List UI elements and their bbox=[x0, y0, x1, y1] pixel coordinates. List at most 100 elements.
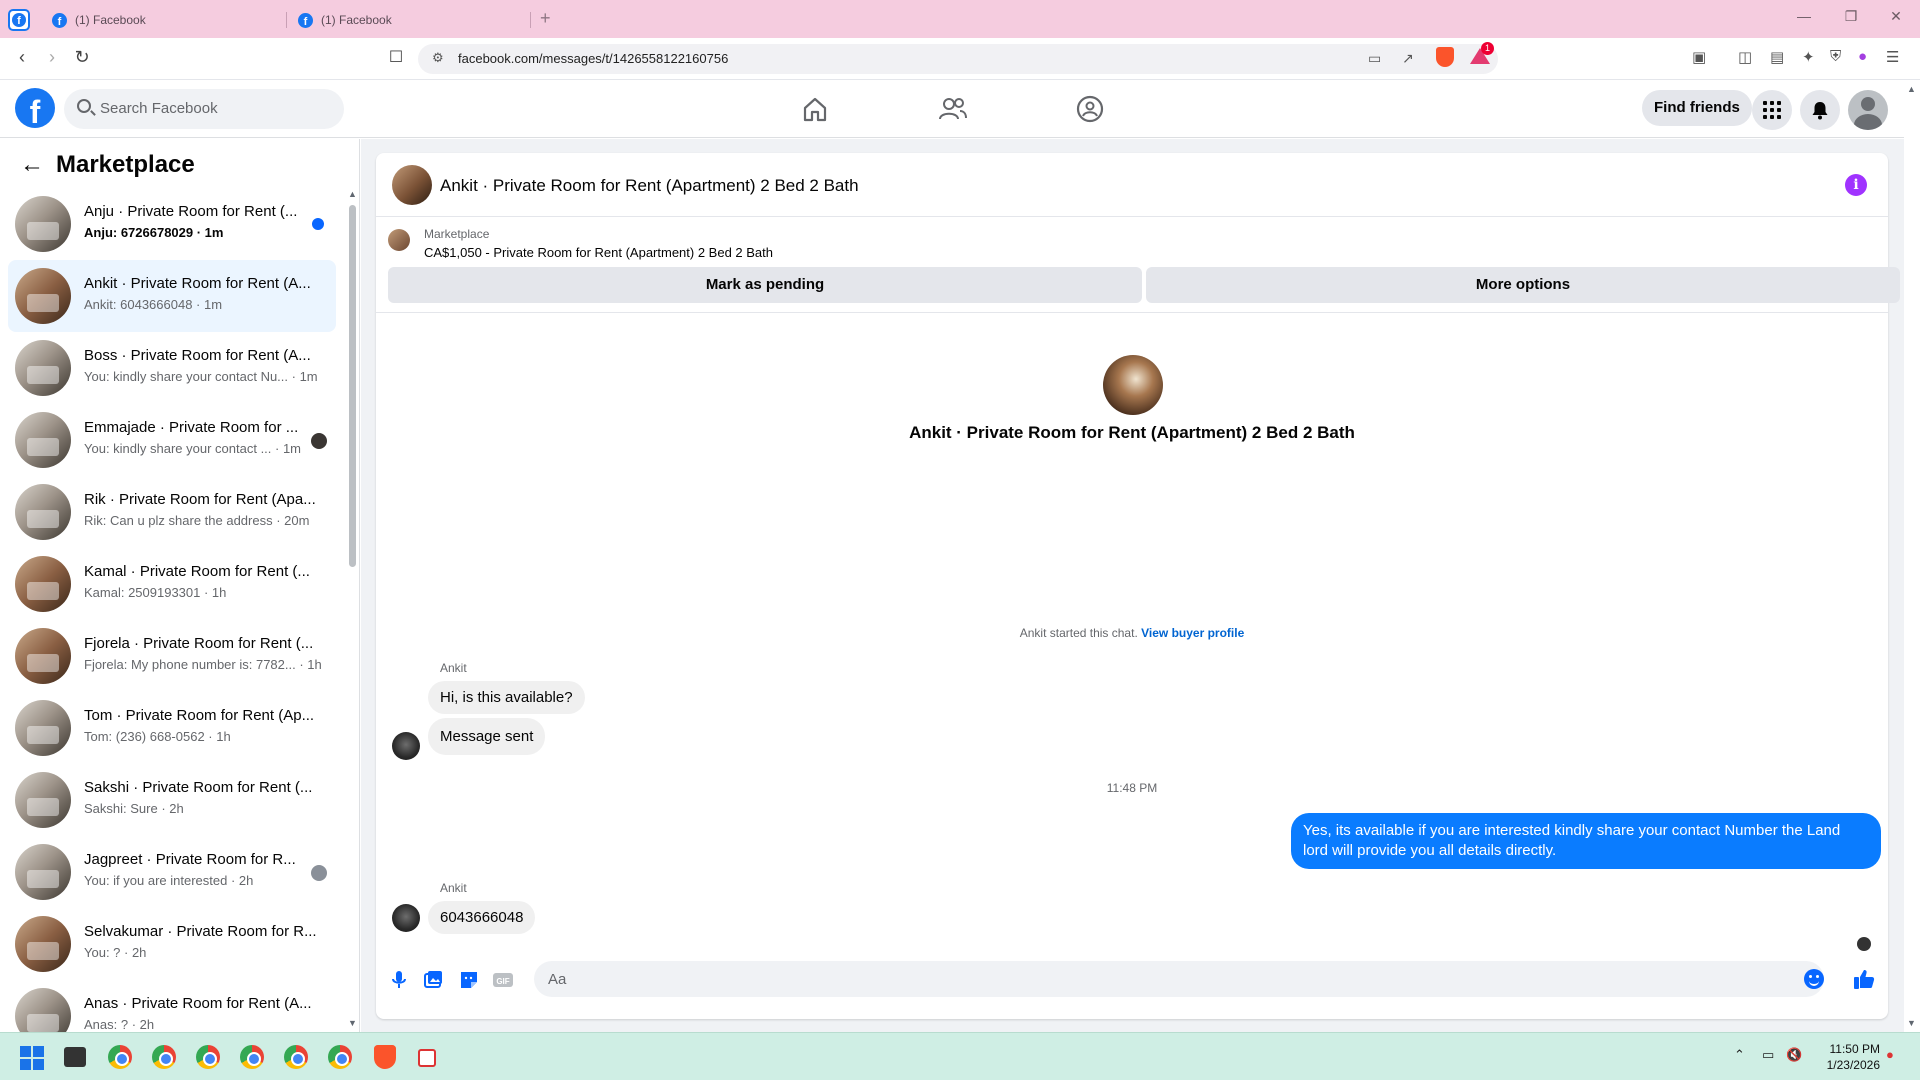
conversation-item[interactable]: Tom · Private Room for Rent (Ap... Tom: … bbox=[8, 692, 336, 764]
listing-bar: Marketplace CA$1,050 - Private Room for … bbox=[376, 217, 1900, 313]
more-options-button[interactable]: More options bbox=[1146, 267, 1900, 303]
incoming-message[interactable]: 6043666048 bbox=[428, 901, 536, 934]
site-settings-icon[interactable]: ⚙ bbox=[432, 50, 444, 66]
listing-thumbnail bbox=[15, 772, 71, 828]
conversation-snippet: Anas: ? · 2h bbox=[84, 1017, 155, 1032]
emoji-icon[interactable] bbox=[1804, 969, 1824, 989]
page-scrollbar[interactable]: ▲ ▼ bbox=[1904, 80, 1920, 1032]
view-buyer-profile-link[interactable]: View buyer profile bbox=[1141, 626, 1244, 640]
chrome-icon[interactable] bbox=[152, 1045, 176, 1069]
sender-avatar[interactable] bbox=[392, 904, 420, 932]
back-arrow-icon[interactable]: ← bbox=[20, 151, 44, 179]
facebook-logo-icon[interactable]: f bbox=[15, 88, 55, 128]
bookmark-icon[interactable]: ☐ bbox=[384, 47, 408, 67]
address-bar[interactable]: ⚙ facebook.com/messages/t/14265581221607… bbox=[418, 44, 1498, 74]
scroll-up-arrow-icon[interactable]: ▲ bbox=[348, 189, 357, 199]
profile-avatar-large[interactable] bbox=[1103, 355, 1163, 415]
browser-tab-strip: f f (1) Facebook f (1) Facebook + — ❐ ✕ bbox=[0, 0, 1920, 38]
mark-as-pending-button[interactable]: Mark as pending bbox=[388, 267, 1142, 303]
brave-browser-icon[interactable] bbox=[374, 1045, 396, 1069]
conversation-item[interactable]: Sakshi · Private Room for Rent (... Saks… bbox=[8, 764, 336, 836]
forward-arrow-icon[interactable]: › bbox=[40, 47, 64, 68]
account-avatar[interactable] bbox=[1848, 90, 1888, 130]
show-hidden-icons-icon[interactable]: ⌃ bbox=[1734, 1047, 1745, 1063]
windows-start-icon[interactable] bbox=[20, 1046, 44, 1070]
outgoing-message[interactable]: Yes, its available if you are interested… bbox=[1291, 813, 1881, 869]
brave-shield-icon[interactable] bbox=[1436, 47, 1454, 67]
sidebar-toggle-icon[interactable]: ◫ bbox=[1738, 48, 1752, 66]
groups-icon[interactable] bbox=[1075, 94, 1105, 124]
browser-toolbar: ‹ › ↻ ☐ ⚙ facebook.com/messages/t/142655… bbox=[0, 38, 1920, 80]
browser-tab-2[interactable]: f (1) Facebook bbox=[288, 6, 402, 34]
conversation-item[interactable]: Emmajade · Private Room for ... You: kin… bbox=[8, 404, 336, 476]
home-icon[interactable] bbox=[800, 94, 830, 124]
vpn-shield-icon[interactable]: ⛨ bbox=[1830, 48, 1841, 65]
search-box[interactable]: Search Facebook bbox=[64, 89, 344, 129]
minimize-icon[interactable]: — bbox=[1787, 8, 1821, 24]
conversation-item-active[interactable]: Ankit · Private Room for Rent (A... Anki… bbox=[8, 260, 336, 332]
gif-icon[interactable]: GIF bbox=[492, 969, 514, 991]
incoming-message[interactable]: Message sent bbox=[428, 718, 546, 755]
volume-muted-icon[interactable]: 🔇 bbox=[1786, 1047, 1802, 1063]
chrome-icon[interactable] bbox=[108, 1045, 132, 1069]
chrome-icon[interactable] bbox=[240, 1045, 264, 1069]
chrome-icon[interactable] bbox=[284, 1045, 308, 1069]
notification-bell-icon[interactable]: ● bbox=[1886, 1047, 1894, 1062]
sticker-icon[interactable] bbox=[458, 969, 480, 991]
info-icon[interactable]: i bbox=[1845, 174, 1867, 196]
ai-assistant-icon[interactable]: ✦ bbox=[1802, 48, 1815, 66]
profile-icon[interactable]: ● bbox=[1858, 48, 1867, 65]
like-thumbs-up-icon[interactable] bbox=[1852, 967, 1876, 991]
cast-icon[interactable]: ▭ bbox=[1368, 50, 1381, 67]
snipping-tool-icon[interactable] bbox=[418, 1049, 436, 1067]
listing-item[interactable]: CA$1,050 - Private Room for Rent (Apartm… bbox=[424, 245, 773, 260]
message-input[interactable] bbox=[534, 961, 1824, 997]
listing-thumbnail bbox=[15, 484, 71, 540]
chat-title[interactable]: Ankit · Private Room for Rent (Apartment… bbox=[440, 176, 859, 196]
browser-tab-1[interactable]: f (1) Facebook bbox=[42, 6, 156, 34]
conversation-item[interactable]: Rik · Private Room for Rent (Apa... Rik:… bbox=[8, 476, 336, 548]
network-icon[interactable]: ▭ bbox=[1762, 1047, 1774, 1063]
conversation-item[interactable]: Jagpreet · Private Room for R... You: if… bbox=[8, 836, 336, 908]
reload-icon[interactable]: ↻ bbox=[70, 47, 94, 68]
photo-icon[interactable] bbox=[422, 969, 444, 991]
conversation-item[interactable]: Selvakumar · Private Room for R... You: … bbox=[8, 908, 336, 980]
conversation-name: Jagpreet · Private Room for R... bbox=[84, 851, 296, 868]
conversation-item[interactable]: Kamal · Private Room for Rent (... Kamal… bbox=[8, 548, 336, 620]
wallet-icon[interactable]: ▤ bbox=[1770, 48, 1784, 66]
incoming-message[interactable]: Hi, is this available? bbox=[428, 681, 585, 714]
tab-label: (1) Facebook bbox=[321, 13, 392, 27]
microphone-icon[interactable] bbox=[388, 969, 410, 991]
scroll-up-arrow-icon[interactable]: ▲ bbox=[1907, 84, 1916, 94]
conversation-snippet: You: kindly share your contact ... · 1m bbox=[84, 441, 302, 456]
listing-thumbnail bbox=[15, 988, 71, 1032]
conversation-item[interactable]: Boss · Private Room for Rent (A... You: … bbox=[8, 332, 336, 404]
chrome-icon[interactable] bbox=[328, 1045, 352, 1069]
sender-avatar[interactable] bbox=[392, 732, 420, 760]
friends-icon[interactable] bbox=[938, 94, 968, 124]
sidebar-scrollbar-thumb[interactable] bbox=[349, 205, 356, 567]
conversation-item[interactable]: Fjorela · Private Room for Rent (... Fjo… bbox=[8, 620, 336, 692]
browser-app-icon[interactable]: f bbox=[8, 9, 30, 31]
menu-grid-icon[interactable] bbox=[1752, 90, 1792, 130]
listing-thumbnail bbox=[15, 556, 71, 612]
chat-avatar[interactable] bbox=[392, 165, 432, 205]
close-window-icon[interactable]: ✕ bbox=[1879, 8, 1913, 25]
conversation-item[interactable]: Anas · Private Room for Rent (A... Anas:… bbox=[8, 980, 336, 1032]
conversation-item[interactable]: Anju · Private Room for Rent (... Anju: … bbox=[8, 188, 336, 260]
read-receipt-icon bbox=[1857, 937, 1871, 951]
tab-divider bbox=[286, 12, 287, 28]
file-explorer-icon[interactable] bbox=[64, 1047, 86, 1067]
restore-icon[interactable]: ❐ bbox=[1834, 8, 1868, 25]
new-tab-icon[interactable]: + bbox=[540, 8, 551, 29]
notifications-bell-icon[interactable] bbox=[1800, 90, 1840, 130]
scroll-down-arrow-icon[interactable]: ▼ bbox=[1907, 1018, 1916, 1028]
share-icon[interactable]: ↗ bbox=[1402, 50, 1414, 67]
scroll-down-arrow-icon[interactable]: ▼ bbox=[348, 1018, 357, 1028]
find-friends-button[interactable]: Find friends bbox=[1642, 90, 1752, 126]
menu-icon[interactable]: ☰ bbox=[1886, 48, 1899, 66]
tab-search-icon[interactable]: ▣ bbox=[1692, 48, 1706, 66]
chrome-icon[interactable] bbox=[196, 1045, 220, 1069]
back-arrow-icon[interactable]: ‹ bbox=[10, 47, 34, 68]
system-clock[interactable]: 11:50 PM 1/23/2026 bbox=[1810, 1041, 1880, 1073]
